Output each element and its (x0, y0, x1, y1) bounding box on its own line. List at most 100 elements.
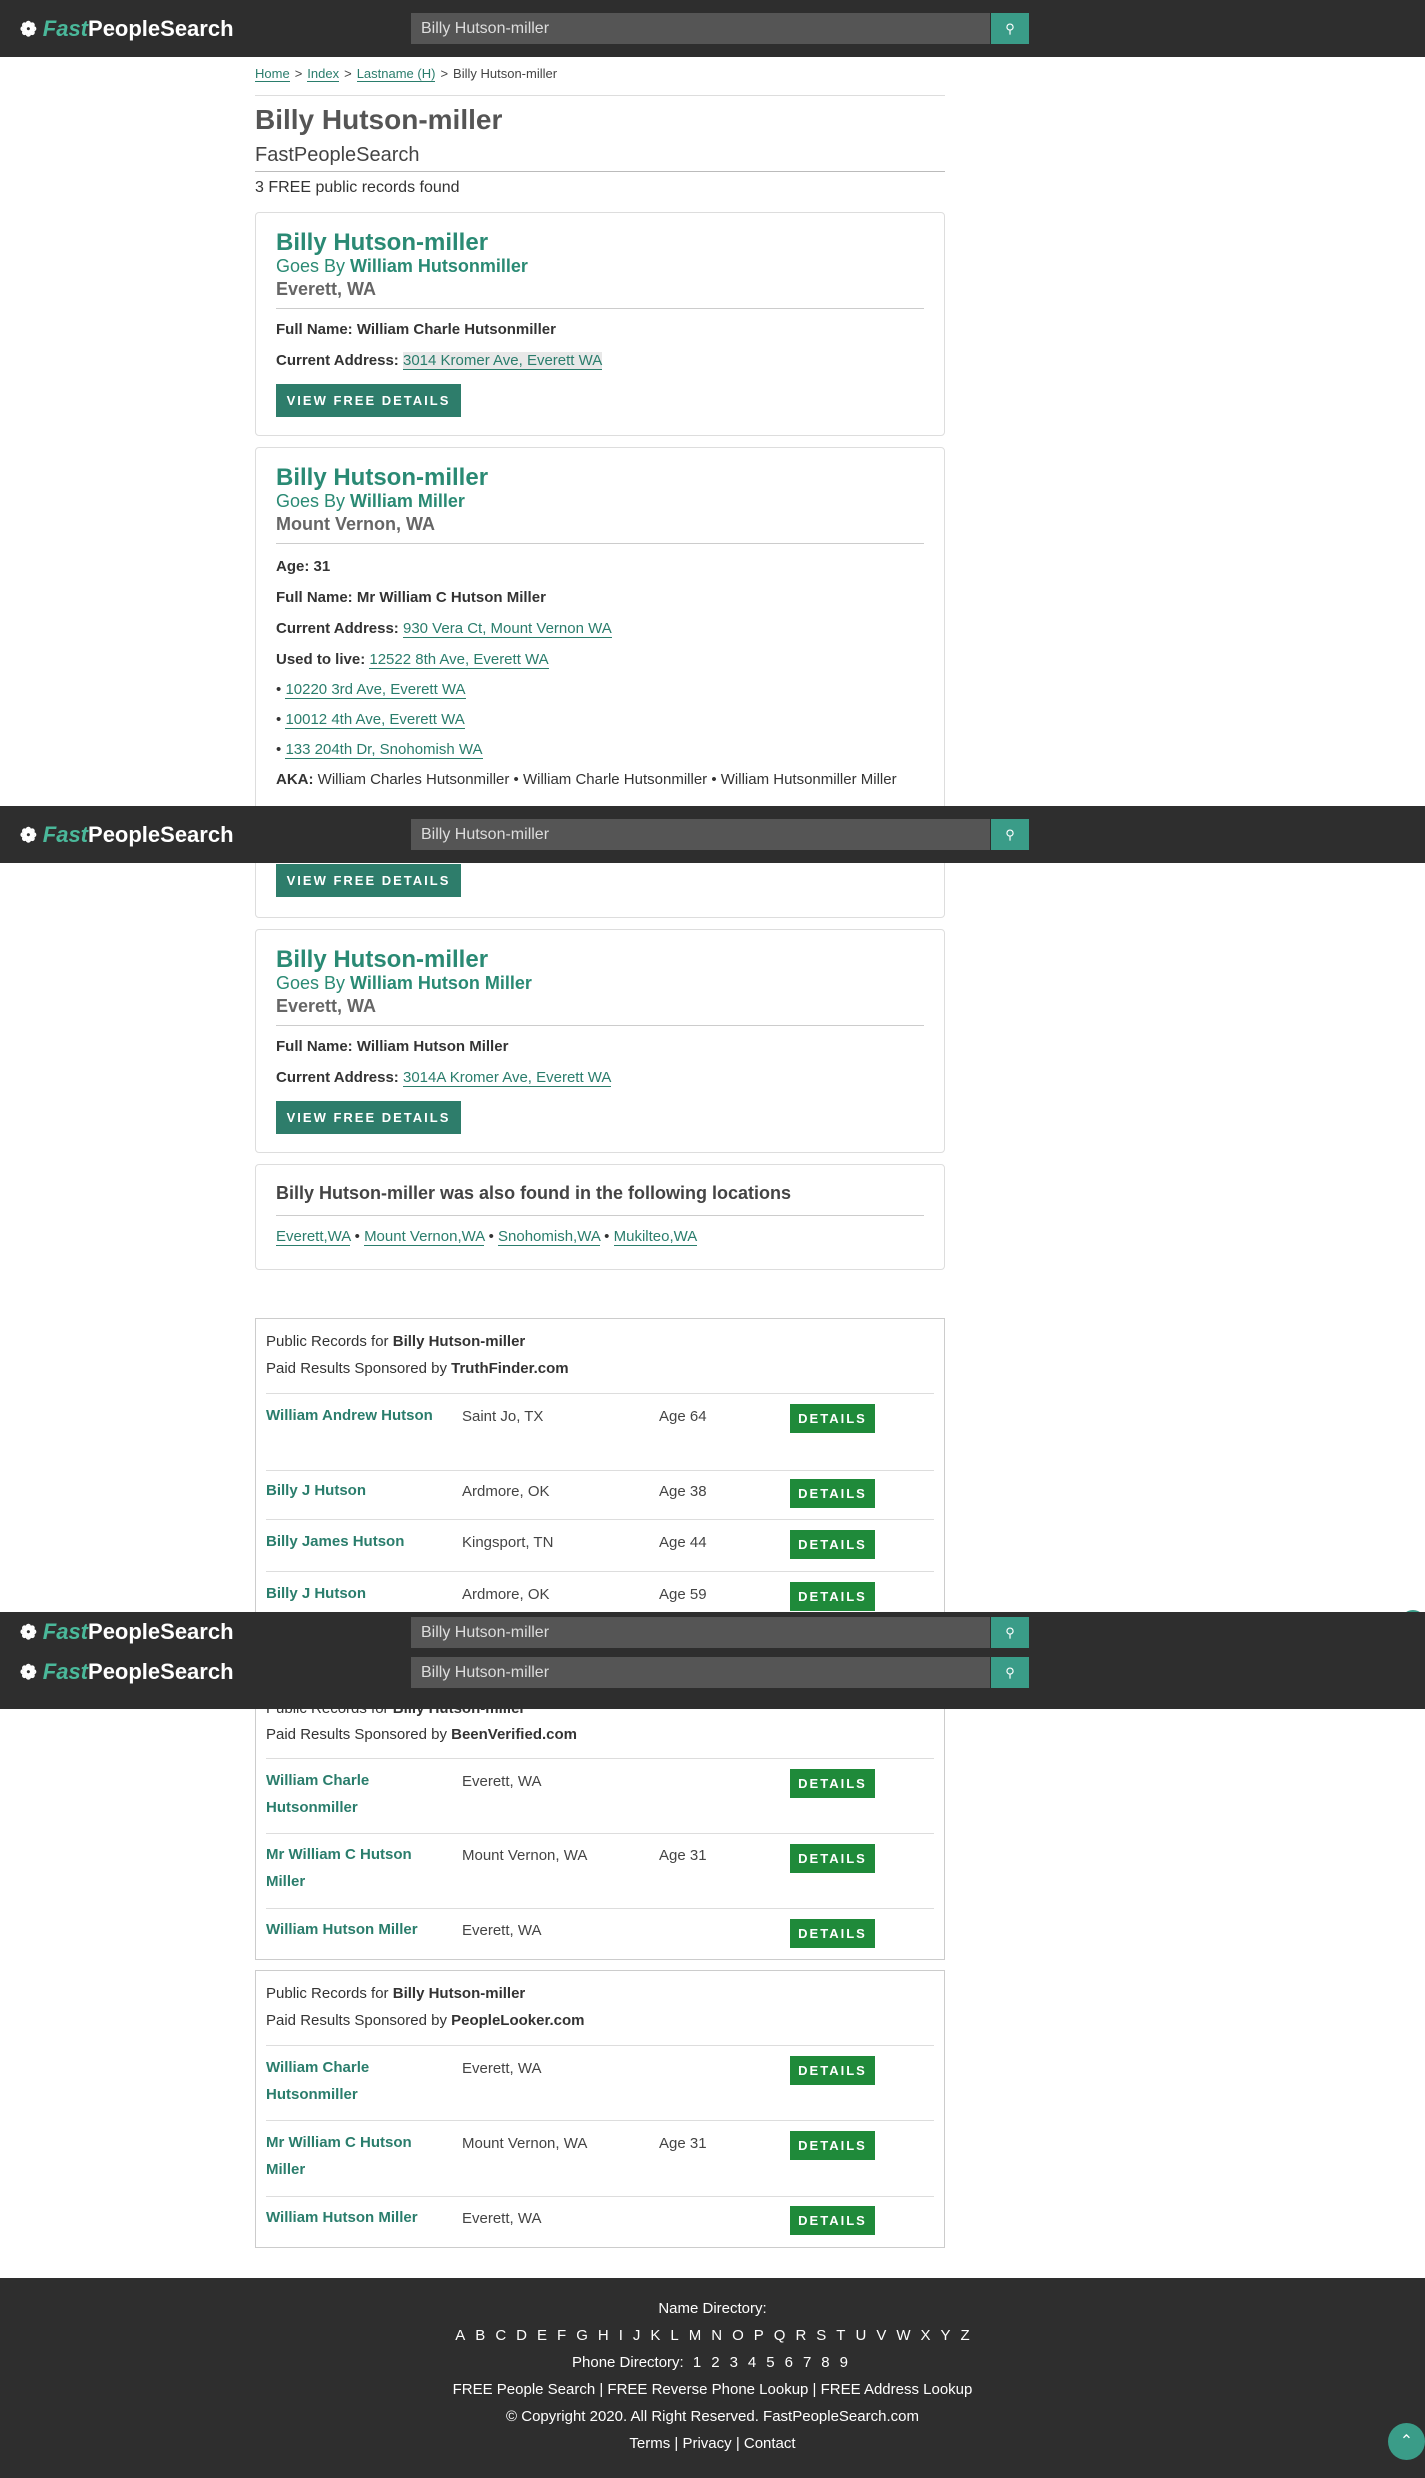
search-button[interactable]: ⚲ (991, 1617, 1029, 1648)
phone-directory-label: Phone Directory: (572, 2354, 684, 2371)
directory-letter-link[interactable]: Q (774, 2327, 786, 2344)
directory-digit-link[interactable]: 5 (766, 2354, 774, 2371)
also-found-card: Billy Hutson-miller was also found in th… (255, 1164, 945, 1270)
past-address-link[interactable]: 133 204th Dr, Snohomish WA (285, 741, 483, 759)
view-free-details-button[interactable]: VIEW FREE DETAILS (276, 384, 461, 417)
address-link[interactable]: 3014 Kromer Ave, Everett WA (402, 352, 603, 370)
directory-letter-link[interactable]: T (836, 2327, 845, 2344)
address-link[interactable]: 3014A Kromer Ave, Everett WA (402, 1069, 612, 1087)
directory-letter-link[interactable]: N (711, 2327, 722, 2344)
details-button[interactable]: DETAILS (790, 2131, 875, 2160)
footer-links[interactable]: FREE People Search | FREE Reverse Phone … (0, 2381, 1425, 2398)
divider (276, 543, 924, 544)
directory-letter-link[interactable]: U (855, 2327, 866, 2344)
search-button[interactable]: ⚲ (991, 1657, 1029, 1688)
directory-digit-link[interactable]: 1 (693, 2354, 701, 2371)
view-free-details-button[interactable]: VIEW FREE DETAILS (276, 1101, 461, 1134)
directory-digit-link[interactable]: 9 (840, 2354, 848, 2371)
directory-letter-link[interactable]: M (689, 2327, 702, 2344)
result-name[interactable]: Billy James Hutson (266, 1528, 446, 1555)
result-name[interactable]: William Charle Hutsonmiller (266, 1767, 446, 1821)
result-name[interactable]: Billy J Hutson (266, 1580, 446, 1607)
location-link[interactable]: Snohomish,WA (498, 1228, 601, 1246)
divider (266, 1571, 934, 1572)
details-button[interactable]: DETAILS (790, 1404, 875, 1433)
breadcrumb-lastname[interactable]: Lastname (H) (356, 66, 436, 82)
directory-letter-link[interactable]: A (455, 2327, 465, 2344)
result-name[interactable]: Mr William C Hutson Miller (266, 2129, 446, 2183)
directory-letter-link[interactable]: J (633, 2327, 641, 2344)
directory-letter-link[interactable]: P (754, 2327, 764, 2344)
search-icon: ⚲ (1005, 827, 1015, 842)
result-name[interactable]: Mr William C Hutson Miller (266, 1841, 446, 1895)
directory-digit-link[interactable]: 3 (730, 2354, 738, 2371)
directory-letter-link[interactable]: R (795, 2327, 806, 2344)
details-button[interactable]: DETAILS (790, 1919, 875, 1948)
directory-letter-link[interactable]: Y (941, 2327, 951, 2344)
result-location: Everett, WA (462, 2060, 542, 2077)
address-link[interactable]: 930 Vera Ct, Mount Vernon WA (402, 620, 612, 638)
search-input[interactable]: Billy Hutson-miller (411, 13, 990, 44)
past-address-link[interactable]: 10220 3rd Ave, Everett WA (285, 681, 466, 699)
view-free-details-button[interactable]: VIEW FREE DETAILS (276, 864, 461, 897)
past-address-link[interactable]: 10012 4th Ave, Everett WA (285, 711, 465, 729)
directory-letter-link[interactable]: C (495, 2327, 506, 2344)
result-name[interactable]: William Andrew Hutson (266, 1402, 446, 1429)
site-logo[interactable]: ❁ Fast PeopleSearch (20, 1659, 234, 1684)
directory-letter-link[interactable]: E (537, 2327, 547, 2344)
person-name[interactable]: Billy Hutson-miller (276, 946, 488, 974)
directory-letter-link[interactable]: L (670, 2327, 678, 2344)
site-logo[interactable]: ❁ Fast PeopleSearch (20, 1619, 234, 1644)
past-address-link[interactable]: 12522 8th Ave, Everett WA (369, 651, 549, 669)
site-logo[interactable]: ❁ Fast PeopleSearch (20, 16, 234, 41)
scroll-to-top-button[interactable]: ⌃ (1388, 2423, 1425, 2460)
result-name[interactable]: Billy J Hutson (266, 1477, 446, 1504)
search-input[interactable]: Billy Hutson-miller (411, 1657, 990, 1688)
details-button[interactable]: DETAILS (790, 2056, 875, 2085)
details-button[interactable]: DETAILS (790, 1582, 875, 1611)
directory-letter-link[interactable]: V (876, 2327, 886, 2344)
directory-digit-link[interactable]: 2 (711, 2354, 719, 2371)
search-button[interactable]: ⚲ (991, 819, 1029, 850)
directory-letter-link[interactable]: D (516, 2327, 527, 2344)
directory-letter-link[interactable]: G (576, 2327, 588, 2344)
result-name[interactable]: William Charle Hutsonmiller (266, 2054, 446, 2108)
directory-letter-link[interactable]: F (557, 2327, 566, 2344)
footer-legal-links[interactable]: Terms | Privacy | Contact (0, 2435, 1425, 2452)
search-button[interactable]: ⚲ (991, 13, 1029, 44)
directory-letter-link[interactable]: Z (961, 2327, 970, 2344)
details-button[interactable]: DETAILS (790, 1530, 875, 1559)
result-location: Kingsport, TN (462, 1534, 554, 1551)
details-button[interactable]: DETAILS (790, 1769, 875, 1798)
sponsor-prefix: Paid Results Sponsored by (266, 1726, 447, 1743)
directory-letter-link[interactable]: K (650, 2327, 660, 2344)
divider (276, 1025, 924, 1026)
breadcrumb-home[interactable]: Home (255, 66, 290, 82)
directory-letter-link[interactable]: H (598, 2327, 609, 2344)
directory-letter-link[interactable]: X (921, 2327, 931, 2344)
details-button[interactable]: DETAILS (790, 1844, 875, 1873)
directory-digit-link[interactable]: 6 (785, 2354, 793, 2371)
result-name[interactable]: William Hutson Miller (266, 2204, 446, 2231)
directory-letter-link[interactable]: S (816, 2327, 826, 2344)
details-button[interactable]: DETAILS (790, 1479, 875, 1508)
directory-digit-link[interactable]: 7 (803, 2354, 811, 2371)
result-name[interactable]: William Hutson Miller (266, 1916, 446, 1943)
directory-letter-link[interactable]: O (732, 2327, 744, 2344)
directory-letter-link[interactable]: B (475, 2327, 485, 2344)
person-name[interactable]: Billy Hutson-miller (276, 464, 488, 492)
search-input[interactable]: Billy Hutson-miller (411, 1617, 990, 1648)
details-button[interactable]: DETAILS (790, 2206, 875, 2235)
directory-digit-link[interactable]: 4 (748, 2354, 756, 2371)
person-name[interactable]: Billy Hutson-miller (276, 229, 488, 257)
breadcrumb-index[interactable]: Index (307, 66, 340, 82)
directory-digit-link[interactable]: 8 (821, 2354, 829, 2371)
search-input[interactable]: Billy Hutson-miller (411, 819, 990, 850)
location-link[interactable]: Mukilteo,WA (613, 1228, 698, 1246)
location-link[interactable]: Everett,WA (276, 1228, 351, 1246)
directory-letter-link[interactable]: W (896, 2327, 910, 2344)
location-link[interactable]: Mount Vernon,WA (364, 1228, 485, 1246)
site-logo[interactable]: ❁ Fast PeopleSearch (20, 822, 234, 847)
full-name-row: Full Name: Mr William C Hutson Miller (276, 589, 546, 606)
directory-letter-link[interactable]: I (619, 2327, 623, 2344)
